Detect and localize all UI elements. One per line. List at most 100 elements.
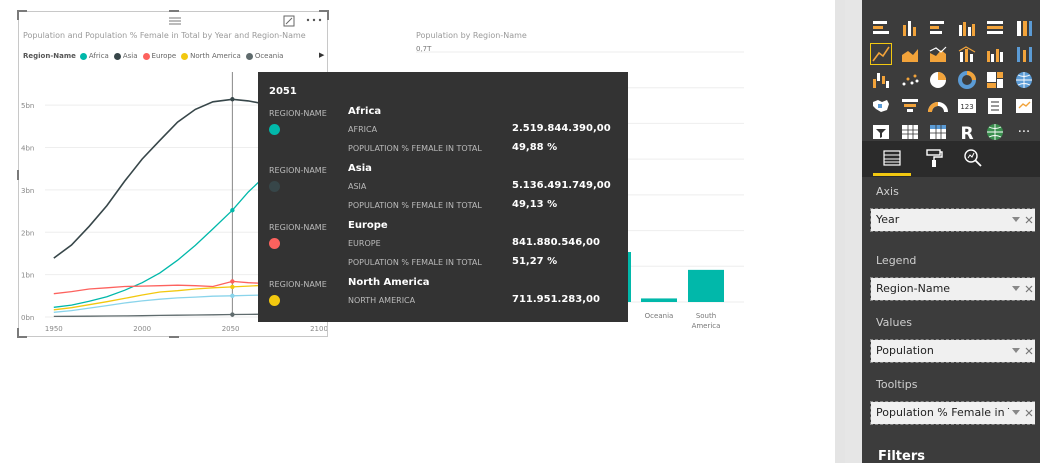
tooltip-region-name: Asia xyxy=(348,163,372,174)
field-pill-controls xyxy=(1009,209,1035,231)
filled-map-icon[interactable] xyxy=(870,95,892,117)
tooltip-metric-label: POPULATION % FEMALE IN TOTAL xyxy=(348,201,482,210)
waterfall-chart-icon[interactable] xyxy=(870,69,892,91)
resize-handle[interactable] xyxy=(169,10,179,12)
area-chart-icon[interactable] xyxy=(899,43,921,65)
filters-header[interactable]: Filters xyxy=(878,449,925,464)
hover-point xyxy=(230,293,235,299)
analytics-magnifier-icon[interactable] xyxy=(961,146,985,170)
visual-title: Population and Population % Female in To… xyxy=(23,31,306,40)
legend-swatch xyxy=(79,52,87,60)
more-visuals-icon[interactable]: ··· xyxy=(1013,121,1035,143)
kpi-icon[interactable] xyxy=(1013,95,1035,117)
series-line xyxy=(53,98,267,259)
legend-swatch xyxy=(113,52,121,60)
x-tick-label: 2050 xyxy=(222,325,240,333)
field-pill-controls xyxy=(1009,340,1035,362)
treemap-icon[interactable] xyxy=(984,69,1006,91)
clustered-column-chart-icon[interactable] xyxy=(956,17,978,39)
format-paint-roller-icon[interactable] xyxy=(922,146,946,170)
legend-label: Asia xyxy=(122,52,138,60)
legend-item[interactable]: Asia xyxy=(113,52,138,60)
field-pill[interactable]: Region-Name xyxy=(871,278,1009,300)
line-column-chart-icon[interactable] xyxy=(956,43,978,65)
chevron-down-icon[interactable] xyxy=(1011,217,1020,223)
y-tick-label: 5bn xyxy=(21,102,34,110)
r-visual-icon[interactable]: R xyxy=(956,121,978,144)
visualization-gallery: 123 R ··· xyxy=(866,15,1038,144)
more-options-icon[interactable] xyxy=(306,18,322,22)
legend-scroll-arrow-icon[interactable]: ▶ xyxy=(319,51,324,59)
legend-title: Region-Name xyxy=(23,52,76,60)
tooltip-population-value: 5.136.491.749,00 xyxy=(512,180,611,191)
line-chart-icon[interactable] xyxy=(870,43,892,65)
bar xyxy=(641,298,677,302)
ribbon-chart-icon[interactable] xyxy=(1013,43,1035,65)
tooltip-series-swatch xyxy=(269,295,280,306)
chart-legend: Region-Name Africa Asia Europe North Americ… xyxy=(23,52,288,60)
gauge-icon[interactable] xyxy=(927,95,949,117)
legend-item[interactable]: North America xyxy=(181,52,241,60)
close-icon[interactable] xyxy=(1025,409,1033,417)
arcgis-globe-icon[interactable] xyxy=(984,121,1006,143)
legend-swatch xyxy=(245,52,253,60)
legend-label: Europe xyxy=(151,52,177,60)
tooltip-key-label: REGION-NAME xyxy=(269,280,327,289)
legend-label: Oceania xyxy=(254,52,284,60)
stacked-column-chart-icon[interactable] xyxy=(899,17,921,39)
tooltip-series-label: EUROPE xyxy=(348,239,381,248)
stacked-bar-chart-icon[interactable] xyxy=(870,17,892,39)
stacked-area-chart-icon[interactable] xyxy=(927,43,949,65)
close-icon[interactable] xyxy=(1025,216,1033,224)
y-tick-label: 4bn xyxy=(21,145,34,153)
funnel-chart-icon[interactable] xyxy=(899,95,921,117)
chart-tooltip: 2051 REGION-NAME Africa AFRICA 2.519.844.39… xyxy=(258,72,628,322)
focus-mode-icon[interactable] xyxy=(283,15,295,27)
legend-item[interactable]: Africa xyxy=(79,52,109,60)
resize-handle[interactable] xyxy=(327,10,329,20)
chevron-down-icon[interactable] xyxy=(1011,348,1020,354)
x-tick-label: America xyxy=(692,322,721,330)
pie-chart-icon[interactable] xyxy=(927,69,949,91)
close-icon[interactable] xyxy=(1025,285,1033,293)
table-icon[interactable] xyxy=(899,121,921,143)
x-tick-label: 1950 xyxy=(45,325,63,333)
donut-chart-icon[interactable] xyxy=(956,69,978,91)
svg-text:···: ··· xyxy=(1017,125,1029,140)
chevron-down-icon[interactable] xyxy=(1011,410,1020,416)
card-icon[interactable]: 123 xyxy=(956,95,978,117)
chevron-down-icon[interactable] xyxy=(1011,286,1020,292)
legend-label: North America xyxy=(190,52,241,60)
tooltip-female-pct-value: 49,88 % xyxy=(512,142,558,153)
bar xyxy=(688,269,724,302)
drag-grip-icon[interactable] xyxy=(167,16,183,26)
tooltip-key-label: REGION-NAME xyxy=(269,109,327,118)
100-bar-chart-icon[interactable] xyxy=(984,17,1006,39)
hover-point xyxy=(230,284,235,290)
close-icon[interactable] xyxy=(1025,347,1033,355)
line-clustered-column-icon[interactable] xyxy=(984,43,1006,65)
multi-row-card-icon[interactable] xyxy=(984,95,1006,117)
field-pill[interactable]: Population xyxy=(871,340,1009,362)
100-column-chart-icon[interactable] xyxy=(1013,17,1035,39)
fields-tab-icon[interactable] xyxy=(880,146,904,170)
tooltip-region-name: North America xyxy=(348,277,430,288)
resize-handle[interactable] xyxy=(17,10,19,20)
clustered-bar-chart-icon[interactable] xyxy=(927,17,949,39)
tooltip-population-value: 841.880.546,00 xyxy=(512,237,600,248)
canvas-scroll-edge xyxy=(835,0,845,463)
x-tick-label: 2000 xyxy=(133,325,151,333)
field-pill[interactable]: Population % Female in Total xyxy=(871,402,1009,424)
bar-chart-title: Population by Region-Name xyxy=(416,31,527,40)
legend-item[interactable]: Europe xyxy=(142,52,177,60)
field-pill[interactable]: Year xyxy=(871,209,1009,231)
globe-map-icon[interactable] xyxy=(1013,69,1035,91)
tooltip-region-name: Africa xyxy=(348,106,382,117)
legend-item[interactable]: Oceania xyxy=(245,52,284,60)
field-pill-controls xyxy=(1009,278,1035,300)
slicer-icon[interactable] xyxy=(870,121,892,143)
tooltip-series-label: NORTH AMERICA xyxy=(348,296,416,305)
matrix-icon[interactable] xyxy=(927,121,949,143)
scatter-chart-icon[interactable] xyxy=(899,69,921,91)
tooltip-series-label: ASIA xyxy=(348,182,367,191)
